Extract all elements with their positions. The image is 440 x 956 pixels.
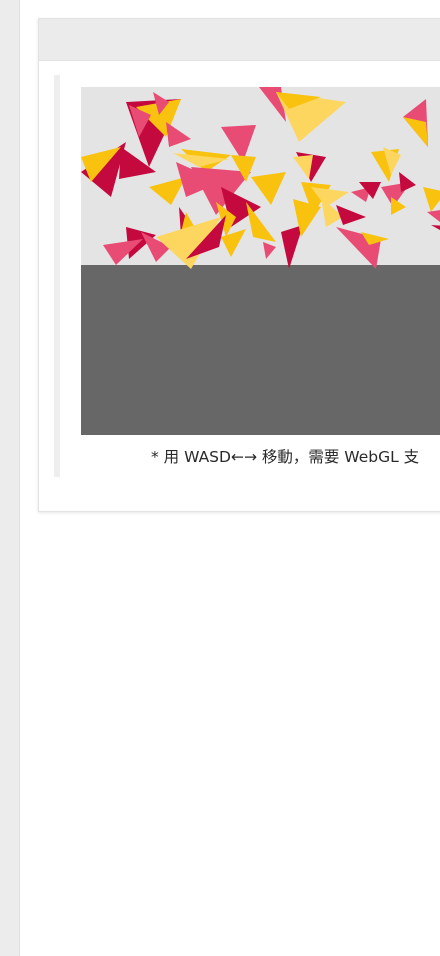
demo-caption: * 用 WASD←→ 移動，需要 WebGL 支 bbox=[151, 448, 420, 466]
demo-scene bbox=[81, 87, 440, 435]
left-gutter bbox=[0, 0, 20, 956]
blockquote-bar bbox=[54, 75, 60, 477]
demo-ground bbox=[81, 265, 440, 435]
webgl-demo-canvas[interactable] bbox=[81, 87, 440, 435]
content-card: * 用 WASD←→ 移動，需要 WebGL 支 bbox=[38, 18, 440, 512]
page: * 用 WASD←→ 移動，需要 WebGL 支 bbox=[0, 0, 440, 956]
card-header bbox=[39, 19, 440, 61]
